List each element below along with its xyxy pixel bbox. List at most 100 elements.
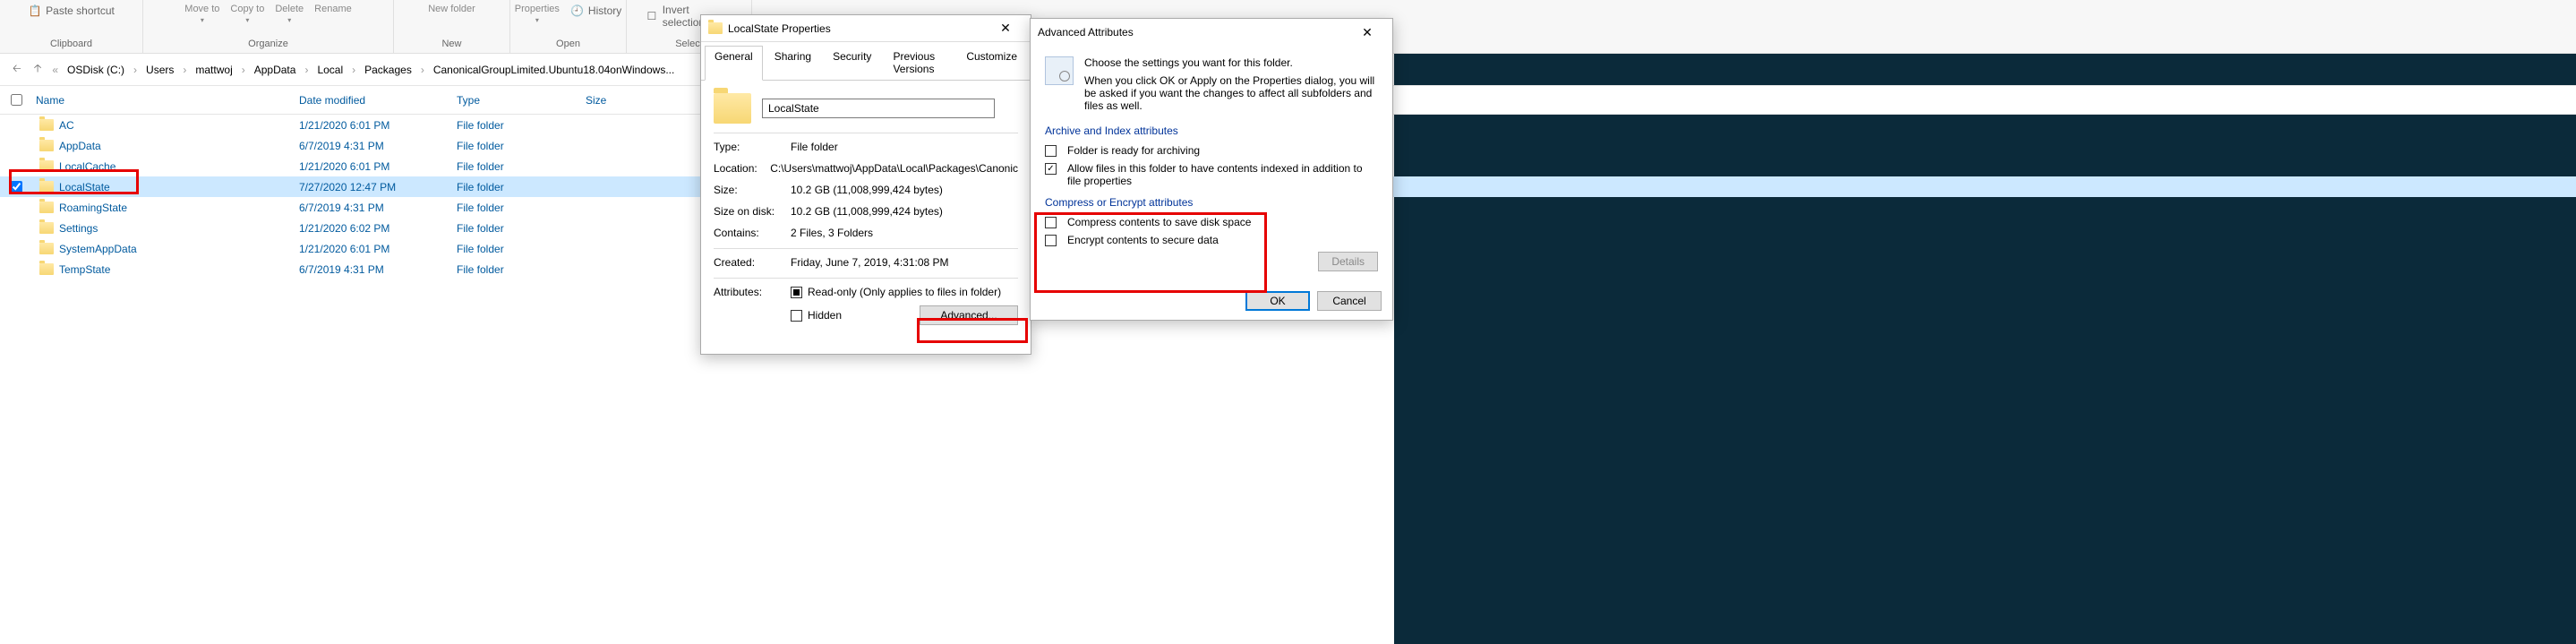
crumb-2[interactable]: mattwoj: [190, 60, 237, 80]
tab-previous-versions[interactable]: Previous Versions: [883, 46, 954, 80]
created-label: Created:: [714, 256, 791, 269]
location-value: C:\Users\mattwoj\AppData\Local\Packages\…: [770, 162, 1018, 175]
history-button[interactable]: 🕘 History: [570, 4, 621, 18]
folder-icon: [708, 21, 723, 36]
location-label: Location:: [714, 162, 770, 175]
crumb-3[interactable]: AppData: [249, 60, 302, 80]
file-name: LocalState: [59, 181, 110, 193]
file-name: SystemAppData: [59, 243, 137, 255]
big-folder-icon: [714, 93, 751, 124]
folder-icon: [39, 243, 54, 254]
type-label: Type:: [714, 141, 791, 153]
file-date: 6/7/2019 4:31 PM: [299, 263, 457, 276]
archive-ready-checkbox[interactable]: [1045, 145, 1057, 157]
copy-to-button[interactable]: Copy to▾: [230, 4, 264, 24]
ribbon-group-open: Open: [556, 39, 580, 49]
adv-intro1: Choose the settings you want for this fo…: [1084, 56, 1378, 69]
readonly-label: Read-only (Only applies to files in fold…: [808, 286, 1001, 298]
rename-button[interactable]: Rename: [314, 4, 352, 14]
contains-label: Contains:: [714, 227, 791, 239]
adv-close-button[interactable]: ✕: [1349, 25, 1385, 40]
file-name: TempState: [59, 263, 110, 276]
index-allow-checkbox[interactable]: [1045, 163, 1057, 175]
file-date: 6/7/2019 4:31 PM: [299, 202, 457, 214]
archive-heading: Archive and Index attributes: [1045, 125, 1378, 137]
archive-ready-label: Folder is ready for archiving: [1067, 144, 1200, 157]
ribbon-group-new: New: [441, 39, 461, 49]
file-type: File folder: [457, 202, 586, 214]
file-type: File folder: [457, 160, 586, 173]
advanced-button[interactable]: Advanced...: [920, 305, 1018, 325]
file-type: File folder: [457, 140, 586, 152]
folder-icon: [39, 202, 54, 213]
file-name: LocalCache: [59, 160, 116, 173]
advanced-attributes-dialog: Advanced Attributes ✕ Choose the setting…: [1030, 18, 1393, 321]
tabs: General Sharing Security Previous Versio…: [701, 42, 1031, 81]
attributes-label: Attributes:: [714, 286, 791, 298]
tab-sharing[interactable]: Sharing: [765, 46, 821, 80]
history-icon: 🕘: [570, 4, 585, 18]
move-to-button[interactable]: Move to▾: [184, 4, 219, 24]
column-size[interactable]: Size: [586, 94, 693, 107]
size-value: 10.2 GB (11,008,999,424 bytes): [791, 184, 1018, 196]
column-type[interactable]: Type: [457, 94, 586, 107]
contains-value: 2 Files, 3 Folders: [791, 227, 1018, 239]
crumb-0[interactable]: OSDisk (C:): [62, 60, 130, 80]
readonly-checkbox[interactable]: [791, 287, 802, 298]
file-name: AppData: [59, 140, 101, 152]
folder-name-input[interactable]: [762, 99, 995, 118]
created-value: Friday, June 7, 2019, 4:31:08 PM: [791, 256, 1018, 269]
nav-up-button[interactable]: 🡡: [30, 56, 46, 82]
file-date: 1/21/2020 6:01 PM: [299, 243, 457, 255]
folder-icon: [39, 160, 54, 172]
sizeondisk-value: 10.2 GB (11,008,999,424 bytes): [791, 205, 1018, 218]
breadcrumb-prefix: «: [50, 64, 60, 76]
size-label: Size:: [714, 184, 791, 196]
encrypt-label: Encrypt contents to secure data: [1067, 234, 1219, 246]
tab-customize[interactable]: Customize: [956, 46, 1027, 80]
crumb-5[interactable]: Packages: [359, 60, 417, 80]
adv-settings-icon: [1045, 56, 1074, 85]
new-folder-button[interactable]: New folder: [428, 4, 475, 14]
ok-button[interactable]: OK: [1245, 291, 1310, 311]
folder-icon: [39, 181, 54, 193]
index-allow-label: Allow files in this folder to have conte…: [1067, 162, 1378, 187]
file-date: 7/27/2020 12:47 PM: [299, 181, 457, 193]
folder-icon: [39, 222, 54, 234]
compress-label: Compress contents to save disk space: [1067, 216, 1251, 228]
file-date: 6/7/2019 4:31 PM: [299, 140, 457, 152]
cancel-button[interactable]: Cancel: [1317, 291, 1382, 311]
file-type: File folder: [457, 222, 586, 235]
column-date[interactable]: Date modified: [299, 94, 457, 107]
crumb-6[interactable]: CanonicalGroupLimited.Ubuntu18.04onWindo…: [428, 60, 680, 80]
hidden-label: Hidden: [808, 309, 842, 322]
row-checkbox[interactable]: [11, 181, 22, 193]
paste-shortcut-button[interactable]: 📋 Paste shortcut: [28, 4, 115, 18]
file-name: Settings: [59, 222, 98, 235]
details-button[interactable]: Details: [1318, 252, 1378, 271]
nav-back-button[interactable]: 🡠: [9, 56, 25, 82]
file-type: File folder: [457, 181, 586, 193]
select-all-checkbox[interactable]: [11, 94, 22, 106]
crumb-1[interactable]: Users: [141, 60, 179, 80]
adv-title: Advanced Attributes: [1038, 26, 1349, 39]
file-date: 1/21/2020 6:01 PM: [299, 119, 457, 132]
properties-button[interactable]: Properties▾: [515, 4, 560, 24]
ribbon-group-organize: Organize: [248, 39, 288, 49]
hidden-checkbox[interactable]: [791, 310, 802, 322]
file-name: AC: [59, 119, 74, 132]
sizeondisk-label: Size on disk:: [714, 205, 791, 218]
compress-checkbox[interactable]: [1045, 217, 1057, 228]
paste-shortcut-icon: 📋: [28, 4, 42, 18]
tab-general[interactable]: General: [705, 46, 763, 81]
close-button[interactable]: ✕: [988, 21, 1023, 36]
file-type: File folder: [457, 119, 586, 132]
column-name[interactable]: Name: [32, 94, 299, 107]
file-type: File folder: [457, 243, 586, 255]
delete-button[interactable]: Delete▾: [275, 4, 304, 24]
encrypt-checkbox[interactable]: [1045, 235, 1057, 246]
folder-icon: [39, 140, 54, 151]
crumb-4[interactable]: Local: [312, 60, 348, 80]
tab-security[interactable]: Security: [823, 46, 881, 80]
compress-heading: Compress or Encrypt attributes: [1045, 196, 1378, 209]
